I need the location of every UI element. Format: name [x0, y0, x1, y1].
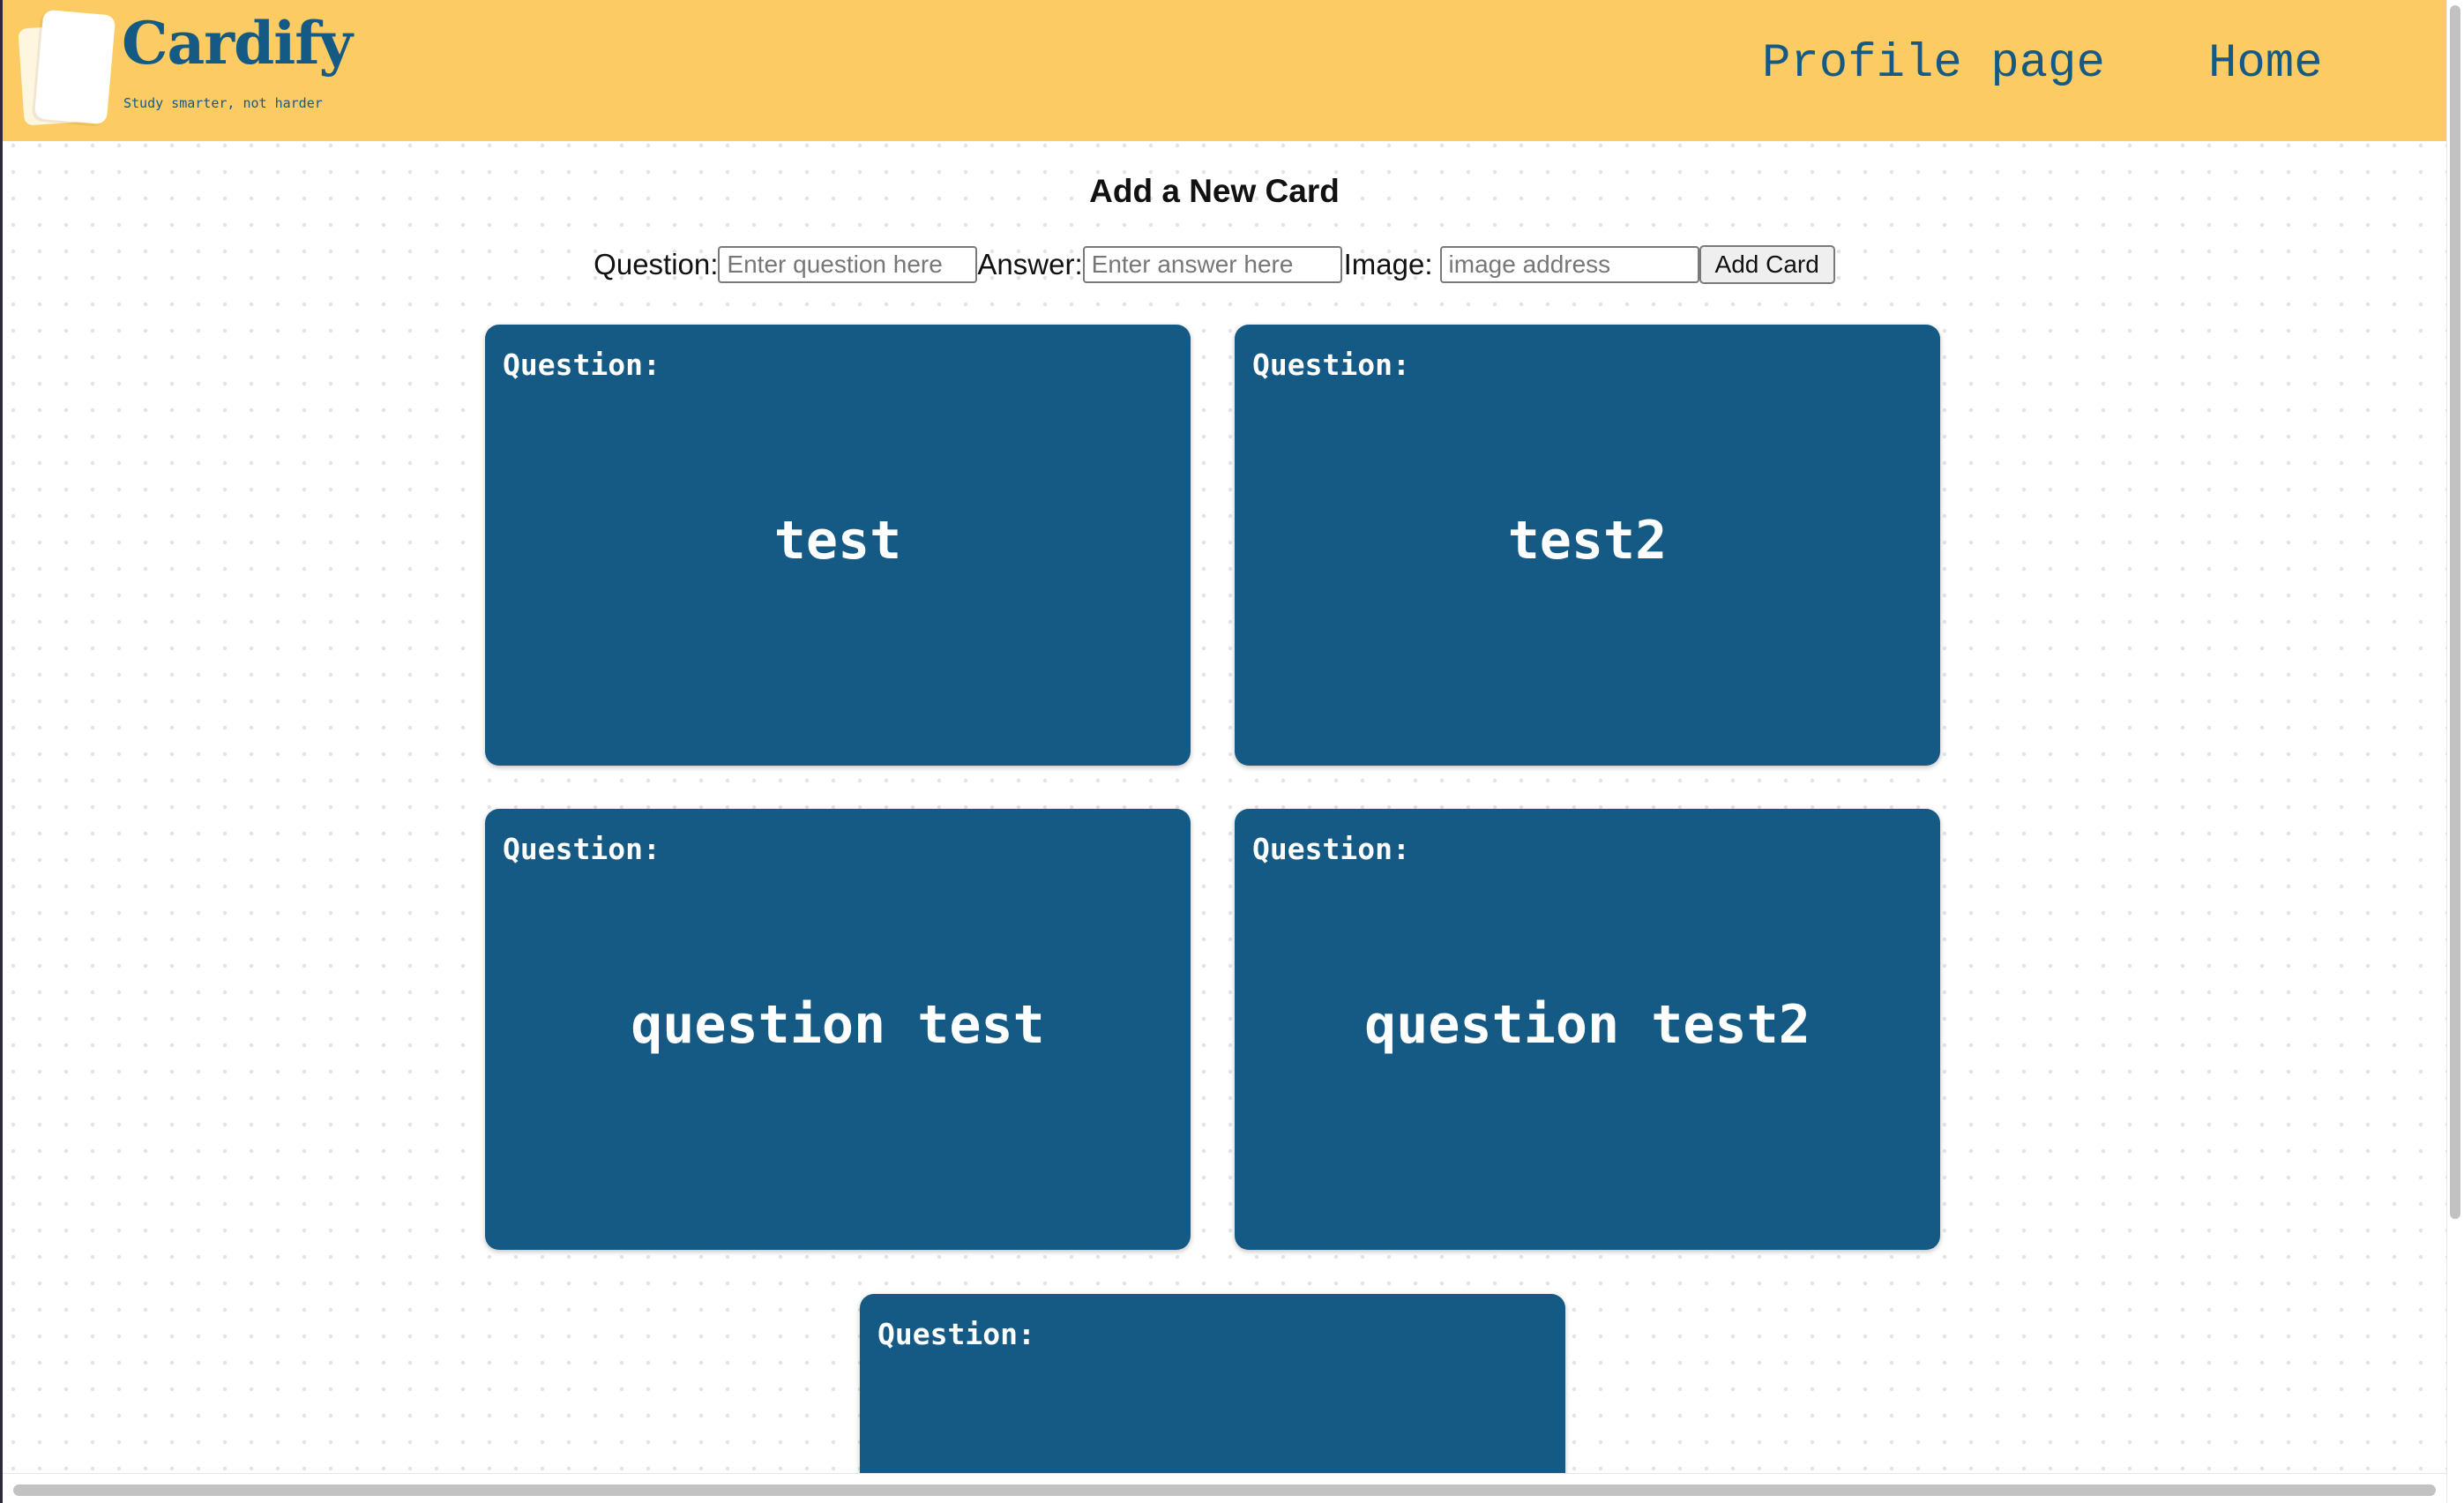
horizontal-scrollbar[interactable]	[3, 1473, 2446, 1503]
flashcard[interactable]: Question: question test2	[1235, 809, 1940, 1250]
flashcard[interactable]: Question: test2	[1235, 325, 1940, 766]
window-edge	[0, 0, 3, 1503]
card-side-label: Question:	[1252, 348, 1410, 382]
card-side-label: Question:	[503, 832, 661, 866]
flashcard[interactable]: Question:	[860, 1294, 1565, 1503]
card-question-text: question test	[631, 994, 1045, 1056]
add-card-heading: Add a New Card	[1089, 173, 1340, 209]
flashcard[interactable]: Question: question test	[485, 809, 1191, 1250]
brand-title[interactable]: Cardify	[122, 14, 353, 72]
add-card-form: Question: Answer: Image: Add Card	[0, 245, 2429, 284]
answer-input[interactable]	[1082, 246, 1342, 283]
card-side-label: Question:	[877, 1317, 1035, 1351]
image-label: Image:	[1343, 248, 1433, 280]
card-question-text: question test2	[1364, 994, 1811, 1056]
card-side-label: Question:	[503, 348, 661, 382]
top-header: Cardify Study smarter, not harder Profil…	[0, 0, 2446, 141]
vertical-scrollbar-thumb[interactable]	[2450, 5, 2460, 1219]
brand-tagline: Study smarter, not harder	[123, 95, 323, 111]
logo-card-front	[34, 9, 116, 125]
question-label: Question:	[594, 248, 719, 280]
cards-logo-icon	[18, 9, 116, 126]
nav-link-profile[interactable]: Profile page	[1762, 41, 2105, 88]
card-side-label: Question:	[1252, 832, 1410, 866]
card-question-text: test2	[1507, 510, 1668, 572]
nav-link-home[interactable]: Home	[2208, 41, 2323, 88]
answer-label: Answer:	[977, 248, 1083, 280]
question-input[interactable]	[718, 246, 978, 283]
card-question-text: test	[773, 510, 902, 572]
horizontal-scrollbar-thumb[interactable]	[13, 1484, 2436, 1496]
add-card-button[interactable]: Add Card	[1699, 245, 1835, 284]
image-url-input[interactable]	[1439, 246, 1699, 283]
flashcard[interactable]: Question: test	[485, 325, 1191, 766]
